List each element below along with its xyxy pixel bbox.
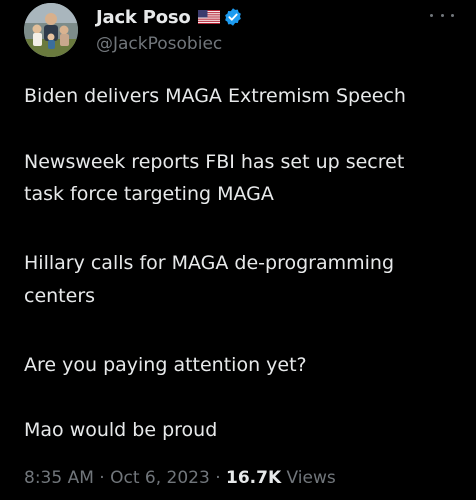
meta-separator: ·	[99, 468, 105, 488]
tweet-date[interactable]: Oct 6, 2023	[110, 468, 210, 488]
more-dot	[430, 13, 433, 17]
tweet-text-line: Newsweek reports FBI has set up secret	[24, 151, 405, 173]
tweet-text-line: Biden delivers MAGA Extremism Speech	[24, 85, 406, 107]
verified-badge-icon[interactable]	[223, 7, 243, 27]
views-count: 16.7K	[226, 468, 282, 488]
tweet-text-line: Mao would be proud	[24, 419, 218, 441]
tweet-meta: 8:35 AM · Oct 6, 2023 · 16.7K Views	[24, 468, 336, 488]
tweet-time[interactable]: 8:35 AM	[24, 468, 94, 488]
tweet-text-line: centers	[24, 285, 96, 307]
author-name-row: Jack Poso	[96, 4, 243, 30]
tweet-text-line: task force targeting MAGA	[24, 183, 274, 205]
views-label: Views	[286, 468, 336, 488]
tweet-text-line: Hillary calls for MAGA de-programming	[24, 252, 395, 274]
tweet-text-line: Are you paying attention yet?	[24, 354, 307, 376]
us-flag-icon	[197, 10, 220, 24]
meta-separator: ·	[215, 468, 221, 488]
avatar[interactable]	[24, 3, 78, 57]
more-horizontal-icon[interactable]	[430, 10, 454, 20]
more-dot	[451, 13, 454, 17]
more-dot	[440, 13, 444, 17]
author-display-name[interactable]: Jack Poso	[96, 7, 191, 28]
avatar-photo	[24, 3, 78, 57]
tweet: Jack Poso @JackPosobiec Biden delivers M…	[0, 0, 476, 500]
author-handle[interactable]: @JackPosobiec	[96, 34, 222, 54]
